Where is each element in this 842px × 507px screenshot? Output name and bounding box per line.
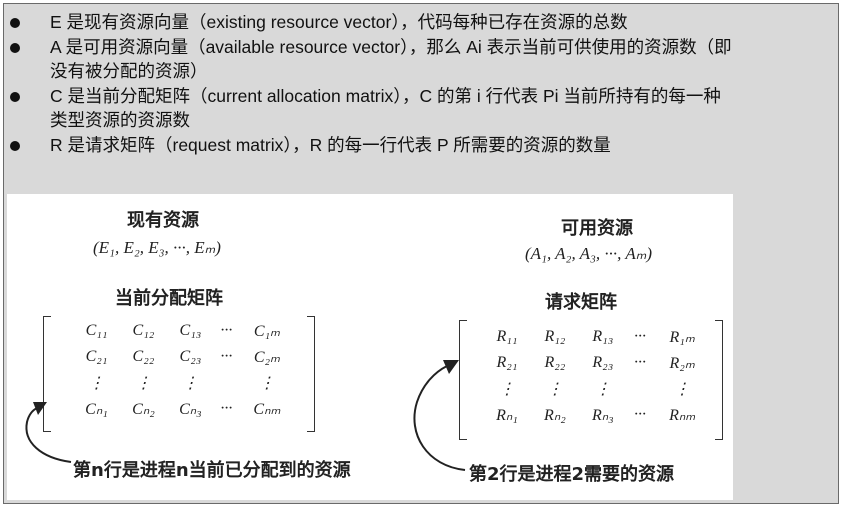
matrix-cell: ··· bbox=[634, 328, 647, 345]
bullet-item-allocation: C 是当前分配矩阵（current allocation matrix），C 的… bbox=[4, 84, 838, 133]
slide-frame: E 是现有资源向量（existing resource vector），代码每种… bbox=[3, 3, 839, 504]
matrix-cell: R₂₁ bbox=[496, 354, 518, 371]
bullet-dot-icon bbox=[10, 91, 20, 102]
bullet-text: C 是当前分配矩阵（current allocation matrix），C 的… bbox=[50, 85, 721, 106]
bullet-item-request: R 是请求矩阵（request matrix），R 的每一行代表 P 所需要的资… bbox=[4, 133, 838, 158]
matrix-cell: ⋮ bbox=[594, 381, 611, 398]
matrix-cell: R₁₂ bbox=[544, 328, 566, 345]
matrix-row: R₂₁ R₂₂ R₂₃ ··· R₂ₘ bbox=[483, 350, 711, 376]
matrix-cell: R₂₃ bbox=[592, 354, 614, 371]
matrix-row: R₁₁ R₁₂ R₁₃ ··· R₁ₘ bbox=[483, 324, 711, 350]
matrix-cell: ⋮ bbox=[674, 381, 691, 398]
bullet-list: E 是现有资源向量（existing resource vector），代码每种… bbox=[4, 10, 838, 157]
bullet-text: R 是请求矩阵（request matrix），R 的每一行代表 P 所需要的资… bbox=[50, 134, 611, 155]
matrix-figure: 现有资源 (E₁, E₂, E₃, ···, Eₘ) 当前分配矩阵 C₁₁ C₁₂… bbox=[7, 194, 733, 500]
matrix-cell: R₂ₘ bbox=[669, 355, 695, 372]
bullet-text: A 是可用资源向量（available resource vector），那么 … bbox=[50, 36, 732, 57]
matrix-cell: ··· bbox=[634, 406, 647, 423]
matrix-cell: Rₙ₃ bbox=[591, 407, 614, 424]
request-matrix: R₁₁ R₁₂ R₁₃ ··· R₁ₘ R₂₁ R₂₂ R₂₃ ··· R₂ₘ ⋮ ⋮ ⋮ ⋮ Rₙ₁ Rₙ₂… bbox=[483, 324, 711, 428]
bullet-dot-icon bbox=[10, 140, 20, 151]
matrix-cell: ⋮ bbox=[498, 381, 515, 398]
matrix-cell: R₁₃ bbox=[592, 328, 614, 345]
matrix-cell: R₂₂ bbox=[544, 354, 566, 371]
matrix-cell: Rₙ₂ bbox=[544, 407, 566, 424]
bullet-text: E 是现有资源向量（existing resource vector），代码每种… bbox=[50, 12, 628, 32]
available-resource-title: 可用资源 bbox=[561, 218, 633, 239]
bullet-dot-icon bbox=[10, 18, 20, 28]
available-resource-vector: (A₁, A₂, A₃, ···, Aₘ) bbox=[525, 244, 653, 263]
request-caption: 第2行是进程2需要的资源 bbox=[469, 464, 675, 485]
allocation-caption: 第n行是进程n当前已分配到的资源 bbox=[73, 460, 351, 481]
bullet-text-continued: 类型资源的资源数 bbox=[50, 110, 190, 130]
bullet-text-continued: 没有被分配的资源） bbox=[50, 61, 208, 81]
matrix-cell: Rₙₘ bbox=[669, 407, 696, 424]
matrix-cell bbox=[627, 376, 653, 402]
matrix-row: ⋮ ⋮ ⋮ ⋮ bbox=[483, 376, 711, 402]
matrix-cell: Rₙ₁ bbox=[496, 407, 518, 424]
left-bracket bbox=[459, 320, 467, 440]
right-bracket bbox=[715, 320, 723, 440]
matrix-cell: R₁ₘ bbox=[669, 329, 695, 346]
matrix-cell: ⋮ bbox=[546, 381, 563, 398]
bullet-item-existing: E 是现有资源向量（existing resource vector），代码每种… bbox=[4, 10, 838, 35]
bullet-item-available: A 是可用资源向量（available resource vector），那么 … bbox=[4, 35, 838, 84]
matrix-cell: ··· bbox=[634, 354, 647, 371]
request-matrix-title: 请求矩阵 bbox=[545, 292, 617, 313]
matrix-cell: R₁₁ bbox=[496, 328, 518, 345]
bullet-dot-icon bbox=[10, 42, 20, 53]
matrix-row: Rₙ₁ Rₙ₂ Rₙ₃ ··· Rₙₘ bbox=[483, 402, 711, 428]
